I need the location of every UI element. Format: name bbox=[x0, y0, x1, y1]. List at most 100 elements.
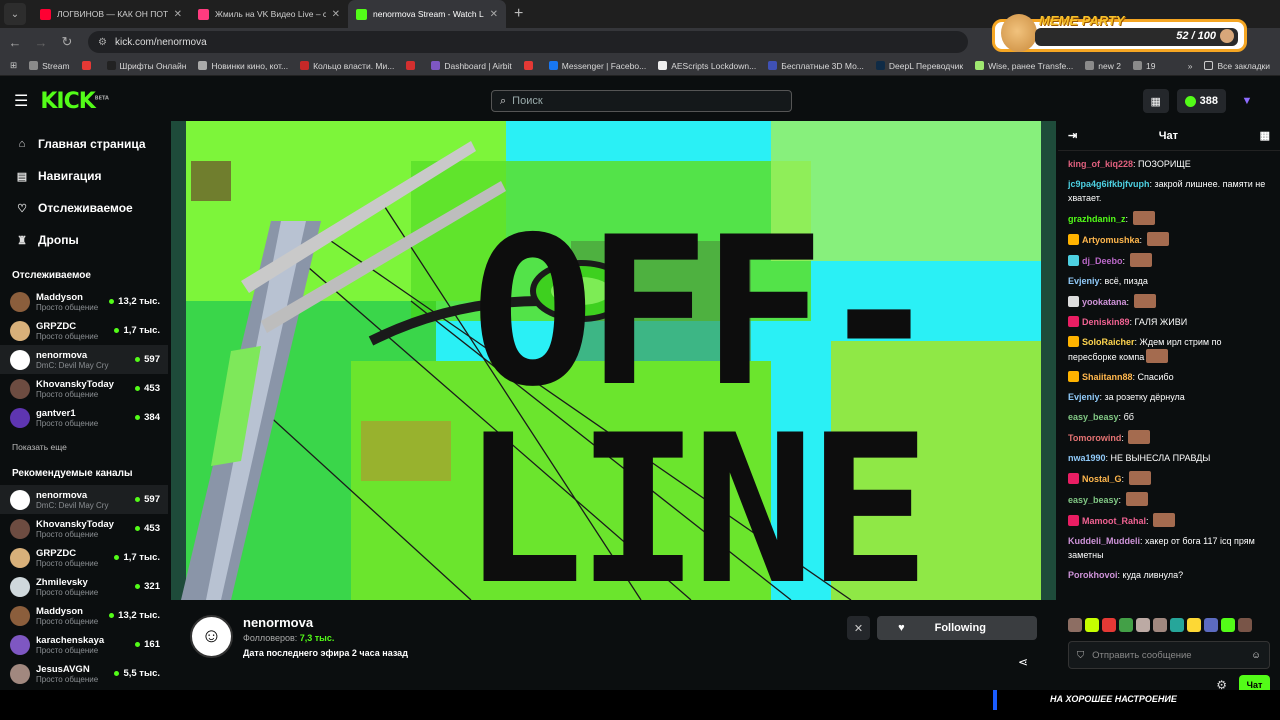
emote-icon[interactable] bbox=[1187, 618, 1201, 632]
channel-item[interactable]: Maddyson Просто общение 13,2 тыс. bbox=[0, 287, 168, 316]
chat-username[interactable]: easy_beasy bbox=[1068, 412, 1119, 422]
new-tab-button[interactable]: + bbox=[514, 5, 523, 23]
emote-icon[interactable] bbox=[1238, 618, 1252, 632]
bookmark-item[interactable]: Dashboard | Airbit bbox=[431, 61, 512, 71]
back-button[interactable]: ← bbox=[4, 35, 26, 50]
channel-item[interactable]: GRPZDC Просто общение 1,7 тыс. bbox=[0, 316, 168, 345]
chat-users-icon[interactable]: ▦ bbox=[1260, 129, 1270, 142]
chat-username[interactable]: Nostal_G bbox=[1082, 474, 1122, 484]
sidebar-item[interactable]: ♜ Дропы bbox=[0, 224, 168, 256]
bookmark-item[interactable]: Бесплатные 3D Мо... bbox=[768, 61, 864, 71]
bookmark-item[interactable]: Новинки кино, кот... bbox=[198, 61, 288, 71]
channel-item[interactable]: karachenskaya Просто общение 161 bbox=[0, 630, 168, 659]
bookmark-item[interactable] bbox=[523, 61, 537, 71]
search-input[interactable]: ⌕ Поиск bbox=[491, 90, 792, 112]
chat-username[interactable]: yookatana bbox=[1082, 297, 1127, 307]
emote-icon[interactable] bbox=[1119, 618, 1133, 632]
points-button[interactable]: 388 bbox=[1176, 89, 1226, 113]
bookmark-item[interactable]: Stream bbox=[29, 61, 70, 71]
emote-icon[interactable] bbox=[1170, 618, 1184, 632]
channel-category: Просто общение bbox=[36, 674, 99, 684]
bookmark-item[interactable] bbox=[81, 61, 95, 71]
all-bookmarks[interactable]: Все закладки bbox=[1204, 61, 1270, 71]
bookmark-item[interactable]: new 2 bbox=[1085, 61, 1121, 71]
channel-item[interactable]: JesusAVGN Просто общение 5,5 тыс. bbox=[0, 659, 168, 688]
emoji-icon[interactable]: ☺ bbox=[1251, 650, 1261, 661]
share-icon[interactable]: ⋖ bbox=[1018, 655, 1028, 669]
sidebar-item[interactable]: ⌂ Главная страница bbox=[0, 128, 168, 160]
chat-username[interactable]: Evjeniy bbox=[1068, 276, 1100, 286]
menu-icon[interactable]: ☰ bbox=[14, 91, 28, 111]
search-placeholder: Поиск bbox=[512, 95, 543, 107]
chat-username[interactable]: easy_beasy bbox=[1068, 495, 1119, 505]
channel-item[interactable]: Maddyson Просто общение 13,2 тыс. bbox=[0, 601, 168, 630]
browser-tab[interactable]: nenormova Stream - Watch Live ✕ bbox=[348, 0, 506, 28]
chat-username[interactable]: Mamoot_Rahal bbox=[1082, 516, 1146, 526]
chat-username[interactable]: Deniskin89 bbox=[1082, 317, 1130, 327]
tab-close-icon[interactable]: ✕ bbox=[174, 9, 182, 20]
bookmark-item[interactable]: DeepL Переводчик bbox=[875, 61, 963, 71]
browser-tab[interactable]: ЛОГВИНОВ — КАК ОН ПОТЕР ✕ bbox=[32, 0, 190, 28]
chat-username[interactable]: Evjeniy bbox=[1068, 392, 1100, 402]
channel-avatar[interactable]: ☺ bbox=[190, 615, 233, 658]
channel-text: gantver1 Просто общение bbox=[36, 408, 129, 428]
chat-username[interactable]: grazhdanin_z bbox=[1068, 214, 1126, 224]
emote-icon[interactable] bbox=[1204, 618, 1218, 632]
chat-username[interactable]: jc9pa4g6ifkbjfvuph bbox=[1068, 179, 1150, 189]
kick-logo[interactable]: KICKBETA bbox=[40, 89, 109, 114]
apps-icon[interactable]: ⊞ bbox=[10, 60, 17, 71]
sidebar-item[interactable]: ▤ Навигация bbox=[0, 160, 168, 192]
bookmark-item[interactable]: Messenger | Facebo... bbox=[548, 61, 646, 71]
bookmark-item[interactable]: AEScripts Lockdown... bbox=[658, 61, 756, 71]
channel-item[interactable]: Zhmilevsky Просто общение 321 bbox=[0, 572, 168, 601]
tab-close-icon[interactable]: ✕ bbox=[332, 9, 340, 20]
chat-username[interactable]: nwa1990 bbox=[1068, 453, 1106, 463]
notifications-off-button[interactable]: ✕ bbox=[847, 616, 870, 640]
channel-item[interactable]: nenormova DmC: Devil May Cry 597 bbox=[0, 345, 168, 374]
show-more-link[interactable]: Показать еще bbox=[0, 432, 168, 452]
chat-username[interactable]: Kuddeli_Muddeli bbox=[1068, 536, 1140, 546]
emote-icon[interactable] bbox=[1085, 618, 1099, 632]
chat-message: dj_Deebo: bbox=[1068, 253, 1270, 268]
chat-username[interactable]: Shaiitann88 bbox=[1082, 372, 1133, 382]
emote-icon[interactable] bbox=[1221, 618, 1235, 632]
bookmarks-overflow-icon[interactable]: » bbox=[1188, 61, 1193, 71]
bookmark-item[interactable]: Кольцо власти. Ми... bbox=[300, 61, 394, 71]
emote-icon[interactable] bbox=[1068, 618, 1082, 632]
tab-search-button[interactable]: ⌄ bbox=[4, 3, 26, 25]
reload-button[interactable]: ↻ bbox=[56, 34, 78, 50]
channel-item[interactable]: GRPZDC Просто общение 1,7 тыс. bbox=[0, 543, 168, 572]
browser-tab[interactable]: Жмиль на VK Видео Live – смо ✕ bbox=[190, 0, 348, 28]
sidebar-item-label: Отслеживаемое bbox=[38, 201, 133, 215]
emote-icon[interactable] bbox=[1153, 618, 1167, 632]
following-button[interactable]: ♥ Following bbox=[877, 616, 1037, 640]
channel-item[interactable]: gantver1 Просто общение 384 bbox=[0, 403, 168, 432]
emote-icon[interactable] bbox=[1102, 618, 1116, 632]
chat-username[interactable]: dj_Deebo bbox=[1082, 256, 1123, 266]
collapse-chat-icon[interactable]: ⇥ bbox=[1068, 129, 1077, 142]
tab-close-icon[interactable]: ✕ bbox=[490, 9, 498, 20]
emote-icon[interactable] bbox=[1136, 618, 1150, 632]
url-field[interactable]: ⚙ kick.com/nenormova bbox=[88, 31, 968, 53]
user-menu-button[interactable]: ▼ bbox=[1234, 89, 1260, 113]
video-player[interactable]: OFF- LINE bbox=[171, 121, 1056, 600]
channel-name[interactable]: nenormova bbox=[243, 615, 313, 630]
channel-item[interactable]: KhovanskyToday Просто общение 453 bbox=[0, 514, 168, 543]
chat-message: king_of_kiq228: ПОЗОРИЩЕ bbox=[1068, 159, 1191, 169]
forward-button[interactable]: → bbox=[30, 35, 52, 50]
channel-item[interactable]: KhovanskyToday Просто общение 453 bbox=[0, 374, 168, 403]
chat-username[interactable]: Porokhovoi bbox=[1068, 570, 1118, 580]
chat-username[interactable]: king_of_kiq228 bbox=[1068, 159, 1133, 169]
dashboard-button[interactable]: ▦ bbox=[1142, 89, 1169, 113]
chat-message-input[interactable]: ⛉ Отправить сообщение ☺ bbox=[1068, 641, 1270, 669]
bookmark-item[interactable]: Шрифты Онлайн bbox=[106, 61, 186, 71]
channel-item[interactable]: nenormova DmC: Devil May Cry 597 bbox=[0, 485, 168, 514]
chat-username[interactable]: Tomorowind bbox=[1068, 433, 1121, 443]
bookmark-item[interactable]: Wise, ранее Transfe... bbox=[975, 61, 1073, 71]
bookmark-item[interactable] bbox=[406, 61, 419, 71]
chat-username[interactable]: Artyomushka bbox=[1082, 235, 1140, 245]
sidebar-item[interactable]: ♡ Отслеживаемое bbox=[0, 192, 168, 224]
site-info-icon[interactable]: ⚙ bbox=[98, 37, 107, 48]
chat-username[interactable]: SoloRaicher bbox=[1082, 337, 1135, 347]
bookmark-item[interactable]: 19 bbox=[1132, 61, 1155, 71]
